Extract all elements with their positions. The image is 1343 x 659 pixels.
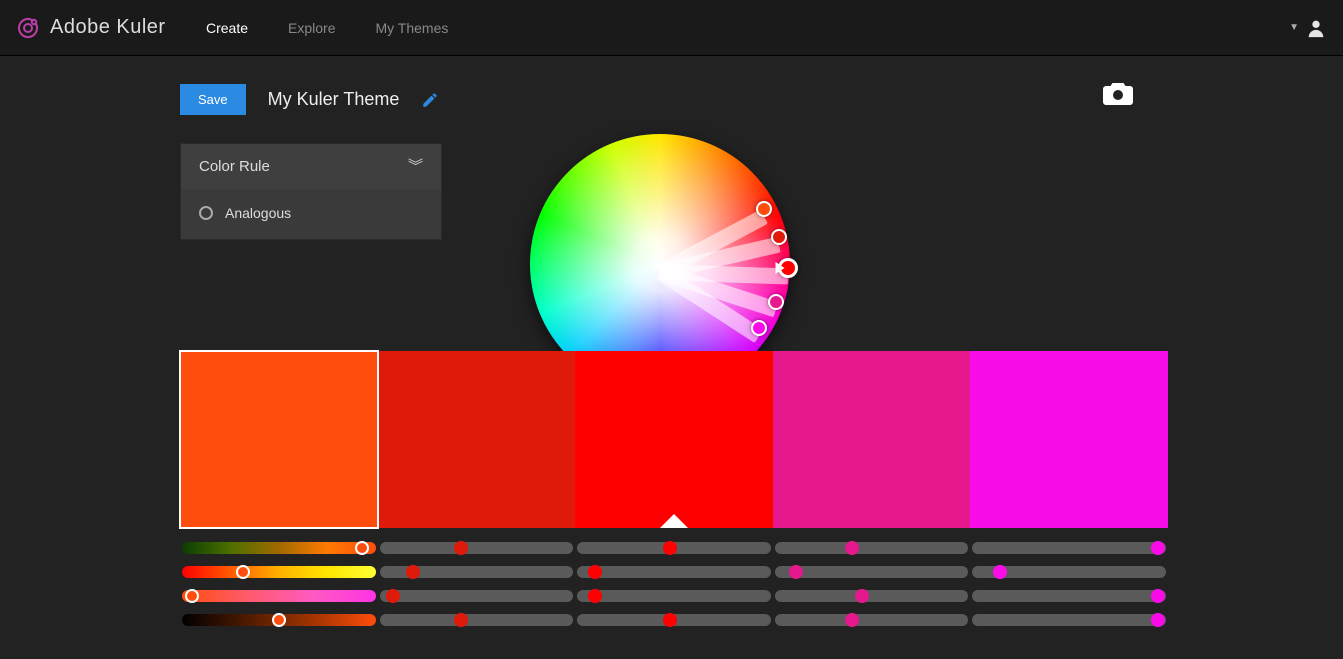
slider-thumb[interactable] [236,565,250,579]
slider[interactable] [378,564,576,580]
camera-icon[interactable] [1103,81,1133,105]
swatch-row [180,351,1168,528]
slider-track [182,590,376,602]
slider[interactable] [970,564,1168,580]
nav-mythemes[interactable]: My Themes [376,20,449,36]
slider-track [182,542,376,554]
slider[interactable] [773,540,971,556]
top-row: Save My Kuler Theme [180,84,1343,115]
slider-area [180,540,1168,636]
slider[interactable] [180,540,378,556]
caret-down-icon: ▼ [1289,22,1299,33]
slider-thumb[interactable] [1151,613,1165,627]
slider-row [180,588,1168,604]
save-button[interactable]: Save [180,84,246,115]
slider-row [180,612,1168,628]
slider[interactable] [378,540,576,556]
nav-explore[interactable]: Explore [288,20,335,36]
slider-thumb[interactable] [454,541,468,555]
header-user-menu[interactable]: ▼ [1289,17,1327,39]
slider[interactable] [575,540,773,556]
wheel-handle[interactable] [756,201,772,217]
slider[interactable] [575,588,773,604]
slider[interactable] [180,564,378,580]
slider-thumb[interactable] [386,589,400,603]
slider-thumb[interactable] [406,565,420,579]
slider-thumb[interactable] [663,613,677,627]
swatch[interactable] [378,351,576,528]
slider[interactable] [378,588,576,604]
brand-block: Adobe Kuler [16,16,206,40]
wheel-handle[interactable] [771,229,787,245]
swatch[interactable] [970,351,1168,528]
slider-thumb[interactable] [855,589,869,603]
color-rule-panel: Color Rule ︾ Analogous [180,143,442,240]
slider-row [180,540,1168,556]
slider[interactable] [773,588,971,604]
slider-track [775,566,969,578]
wheel-handle[interactable] [751,320,767,336]
slider[interactable] [970,612,1168,628]
color-rule-selected-label: Analogous [225,205,291,221]
slider[interactable] [773,564,971,580]
slider[interactable] [970,588,1168,604]
slider[interactable] [575,612,773,628]
slider-thumb[interactable] [789,565,803,579]
slider-track [182,566,376,578]
swatch[interactable] [773,351,971,528]
slider-track [972,590,1166,602]
swatch[interactable] [180,351,378,528]
user-icon [1305,17,1327,39]
slider-thumb[interactable] [993,565,1007,579]
color-rule-option[interactable]: Analogous [181,189,441,239]
slider-track [972,614,1166,626]
content-area: Save My Kuler Theme Color Rule ︾ Analogo… [0,56,1343,240]
slider-track [380,590,574,602]
slider[interactable] [575,564,773,580]
slider-track [775,590,969,602]
chevron-down-icon: ︾ [408,164,423,170]
nav-create[interactable]: Create [206,20,248,36]
base-swatch-pointer-icon [660,514,688,528]
color-rule-header[interactable]: Color Rule ︾ [181,144,441,189]
slider-thumb[interactable] [185,589,199,603]
edit-icon[interactable] [421,91,439,109]
slider-thumb[interactable] [1151,541,1165,555]
slider-thumb[interactable] [845,613,859,627]
slider-track [380,542,574,554]
slider-thumb[interactable] [454,613,468,627]
slider[interactable] [378,612,576,628]
brand-text: Adobe Kuler [50,16,166,39]
slider-row [180,564,1168,580]
slider-thumb[interactable] [1151,589,1165,603]
slider-track [775,614,969,626]
slider-thumb[interactable] [588,565,602,579]
slider-track [577,566,771,578]
wheel-handle[interactable] [768,294,784,310]
slider-thumb[interactable] [272,613,286,627]
theme-name-label: My Kuler Theme [268,89,400,110]
slider-thumb[interactable] [663,541,677,555]
slider-track [380,614,574,626]
slider[interactable] [180,588,378,604]
main-nav: Create Explore My Themes [206,20,448,36]
kuler-logo-icon [16,16,40,40]
app-header: Adobe Kuler Create Explore My Themes ▼ [0,0,1343,56]
radio-icon [199,206,213,220]
slider-thumb[interactable] [845,541,859,555]
slider-thumb[interactable] [588,589,602,603]
color-rule-title: Color Rule [199,158,270,175]
slider[interactable] [970,540,1168,556]
swatch[interactable] [575,351,773,528]
wheel-base-indicator-icon [775,262,784,274]
slider-track [577,590,771,602]
slider-thumb[interactable] [355,541,369,555]
slider[interactable] [773,612,971,628]
slider-track [972,542,1166,554]
slider[interactable] [180,612,378,628]
slider-track [775,542,969,554]
